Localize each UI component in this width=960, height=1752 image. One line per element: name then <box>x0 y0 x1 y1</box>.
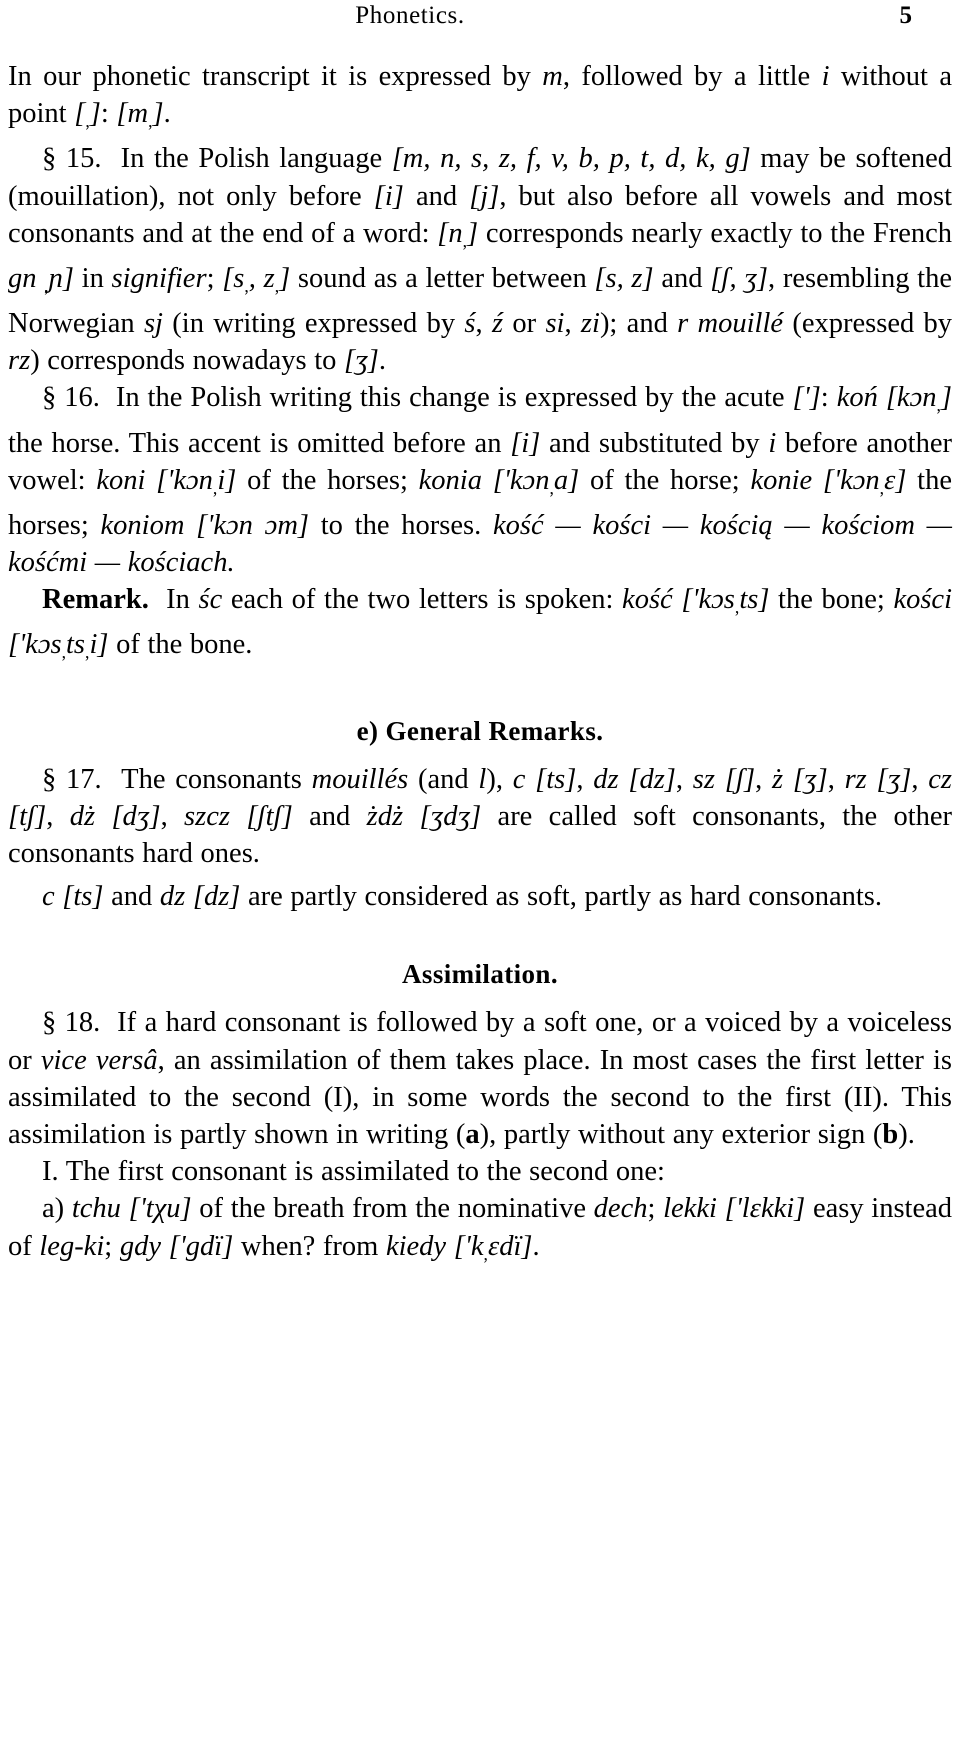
paragraph-c-dz: c [ts] and dz [dz] are partly considered… <box>42 881 882 913</box>
page-number: 5 <box>899 2 913 29</box>
text-block: In our phonetic transcript it is express… <box>8 58 952 1273</box>
paragraph-section-17: § 17. The consonants mouillés (and l), c… <box>8 763 953 870</box>
heading-assimilation: Assimilation. <box>402 959 558 990</box>
remark-label: Remark. <box>42 584 149 616</box>
paragraph-section-16: § 16. In the Polish writing this change … <box>8 382 953 579</box>
heading-general-remarks: e) General Remarks. <box>356 715 604 746</box>
section-marker-17: § 17. <box>42 763 102 795</box>
rule-marker-I: I. <box>42 1156 59 1188</box>
rule-marker-I-a: a) <box>42 1193 65 1225</box>
paragraph-remark: Remark. In śc each of the two letters is… <box>8 584 952 663</box>
paragraph-continued: In our phonetic transcript it is express… <box>8 61 952 132</box>
section-marker-16: § 16. <box>42 382 100 414</box>
scanned-book-page: Phonetics. 5 In our phonetic transcript … <box>0 0 960 1752</box>
section-marker-18: § 18. <box>42 1007 101 1039</box>
section-marker-15: § 15. <box>42 143 102 175</box>
running-head: Phonetics. 5 <box>0 2 960 36</box>
paragraph-section-18: § 18. If a hard consonant is followed by… <box>8 1007 952 1151</box>
paragraph-rule-I: I. The first consonant is assimilated to… <box>42 1156 665 1188</box>
running-head-title: Phonetics. <box>355 2 465 29</box>
paragraph-section-15: § 15. In the Polish language [m, n, s, z… <box>8 143 953 377</box>
paragraph-rule-I-a: a) tchu ['tχu] of the breath from the no… <box>8 1193 953 1264</box>
